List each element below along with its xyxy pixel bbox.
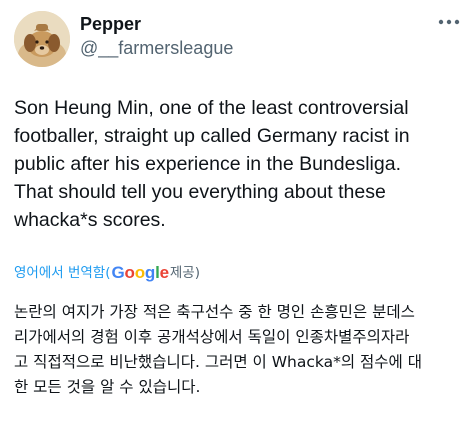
tweet-text-line: whacka*s scores. <box>14 209 166 231</box>
translated-text-line: 논란의 여지가 가장 적은 축구선수 중 한 명인 손흥민은 분데스 <box>14 303 415 321</box>
tweet: Pepper @__farmersleague Son Heung Min, o… <box>0 0 474 424</box>
more-options-button[interactable] <box>434 12 464 32</box>
translation-attribution[interactable]: 영어에서 번역함( G o o g l e 제공) <box>14 262 200 284</box>
tweet-text-line: footballer, straight up called Germany r… <box>14 125 410 147</box>
translated-from-link[interactable]: 영어에서 번역함( <box>14 262 111 284</box>
translation-provider-suffix: 제공) <box>169 265 200 281</box>
dog-avatar-icon <box>14 11 70 67</box>
google-logo-letter: e <box>159 263 169 282</box>
author-display-name[interactable]: Pepper <box>80 13 141 35</box>
tweet-text-line: public after his experience in the Bunde… <box>14 153 401 175</box>
google-logo-letter: o <box>134 263 145 282</box>
tweet-text: Son Heung Min, one of the least controve… <box>14 94 466 234</box>
google-logo-letter: g <box>144 263 156 282</box>
translated-text-line: 리가에서의 경험 이후 공개석상에서 독일이 인종차별주의자라 <box>14 328 410 346</box>
tweet-text-line: That should tell you everything about th… <box>14 181 386 203</box>
tweet-text-line: Son Heung Min, one of the least controve… <box>14 97 409 119</box>
author-handle[interactable]: @__farmersleague <box>80 37 233 59</box>
google-logo-letter: G <box>111 263 125 282</box>
translated-text: 논란의 여지가 가장 적은 축구선수 중 한 명인 손흥민은 분데스 리가에서의… <box>14 300 466 400</box>
author-avatar[interactable] <box>14 11 70 67</box>
translated-text-line: 고 직접적으로 비난했습니다. 그러면 이 Whacka*의 점수에 대 <box>14 353 422 371</box>
google-logo-letter: o <box>124 263 135 282</box>
google-logo: G o o g l e <box>111 262 170 284</box>
more-horizontal-icon <box>438 19 460 25</box>
translated-text-line: 한 모든 것을 알 수 있습니다. <box>14 378 201 396</box>
